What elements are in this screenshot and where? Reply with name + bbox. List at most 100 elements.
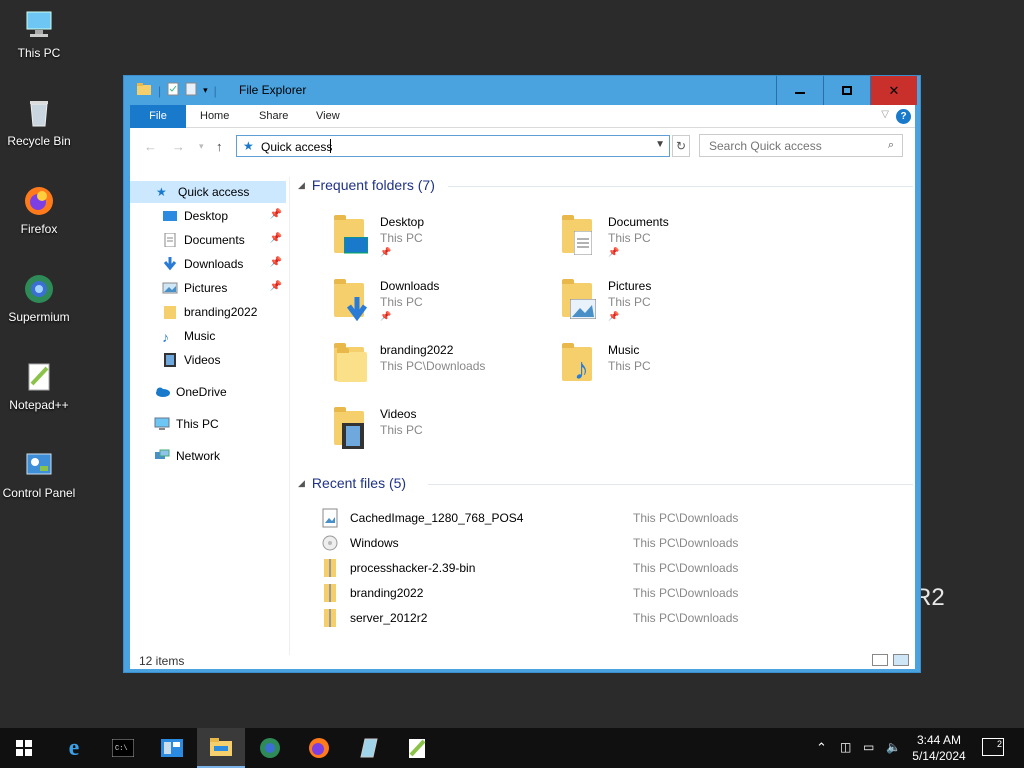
clock[interactable]: 3:44 AM 5/14/2024 [906,732,972,764]
desktop-icon-notepadpp[interactable]: Notepad++ [0,360,78,412]
quick-access-toolbar: | ▾ | [136,82,217,99]
network-icon [154,449,170,463]
recent-locations-chevron-icon[interactable]: ▾ [199,141,204,152]
folder-location: This PC [380,295,423,309]
section-title: Frequent folders (7) [311,177,435,193]
desktop-icon-firefox[interactable]: Firefox [0,184,78,236]
nav-item-downloads[interactable]: Downloads 📌 [130,253,286,275]
notepadpp-icon [22,360,56,394]
folder-tile-videos[interactable]: Videos This PC [324,407,544,463]
nav-item-label: Documents [184,233,245,247]
maximize-button[interactable] [823,76,870,105]
forward-arrow-icon[interactable]: → [172,139,185,154]
folder-tile-branding2022[interactable]: branding2022 This PC\Downloads [324,343,544,399]
network-icon[interactable]: ▭ [863,740,874,754]
nav-item-videos[interactable]: Videos [130,349,286,371]
expand-ribbon-icon[interactable]: ▽ [881,109,889,120]
nav-item-documents[interactable]: Documents 📌 [130,229,286,251]
back-arrow-icon[interactable]: ← [144,139,157,154]
desktop-icon-this-pc[interactable]: This PC [0,8,78,60]
nav-item-onedrive[interactable]: OneDrive [130,381,286,403]
recent-file-row[interactable]: processhacker-2.39-bin This PC\Downloads [322,557,902,579]
up-arrow-icon[interactable]: ↑ [216,139,223,154]
nav-item-quick-access[interactable]: ★ Quick access [130,181,286,203]
recent-file-row[interactable]: Windows This PC\Downloads [322,532,902,554]
desktop-icon-control-panel[interactable]: Control Panel [0,448,78,500]
address-bar[interactable]: ★ Quick access ▼ [236,135,670,157]
tab-home[interactable]: Home [186,105,243,128]
taskbar-pad[interactable] [344,728,392,768]
show-hidden-icons-chevron-icon[interactable]: ⌃ [816,740,827,756]
volume-muted-icon[interactable]: 🔈 [886,740,901,754]
desktop-folder-icon [334,215,368,261]
section-divider [428,484,913,485]
folder-tile-downloads[interactable]: Downloads This PC 📌 [324,279,544,335]
downloads-icon [162,257,178,271]
nav-item-branding2022[interactable]: branding2022 [130,301,286,323]
customize-toolbar-icon[interactable]: ▾ [203,85,208,96]
help-icon[interactable]: ? [896,109,911,124]
taskbar-cmd[interactable]: C:\ [99,728,147,768]
file-name: processhacker-2.39-bin [350,561,476,575]
taskbar-file-explorer[interactable] [197,728,245,768]
tab-view[interactable]: View [302,105,354,128]
search-input[interactable] [700,135,870,156]
taskbar-internet-explorer[interactable]: e [50,728,98,768]
firefox-icon [22,184,56,218]
documents-icon [162,232,178,248]
taskbar-server-manager[interactable] [148,728,196,768]
nav-item-network[interactable]: Network [130,445,286,467]
nav-item-pictures[interactable]: Pictures 📌 [130,277,286,299]
tab-share[interactable]: Share [245,105,302,128]
recent-file-row[interactable]: server_2012r2 This PC\Downloads [322,607,902,629]
item-count: 12 items [139,654,185,668]
minimize-button[interactable] [776,76,823,105]
nav-item-desktop[interactable]: Desktop 📌 [130,205,286,227]
desktop-icon-recycle-bin[interactable]: Recycle Bin [0,96,78,148]
folder-location: This PC [608,359,651,373]
details-view-icon[interactable] [872,654,888,666]
address-dropdown-icon[interactable]: ▼ [655,139,665,150]
title-bar[interactable]: | ▾ | File Explorer ✕ [124,76,920,105]
folder-tile-music[interactable]: ♪ Music This PC [552,343,772,399]
large-icons-view-icon[interactable] [893,654,909,666]
music-icon: ♪ [162,329,169,345]
separator: | [158,83,162,98]
recent-file-row[interactable]: branding2022 This PC\Downloads [322,582,902,604]
search-box[interactable]: ⌕ [699,134,903,157]
recent-file-row[interactable]: CachedImage_1280_768_POS4 This PC\Downlo… [322,507,902,529]
folder-location: This PC [608,295,651,309]
desktop-icon [162,209,178,223]
close-button[interactable]: ✕ [870,76,917,105]
separator: | [213,83,217,98]
new-folder-icon[interactable] [185,82,197,99]
taskbar-notepadpp[interactable] [393,728,441,768]
folder-tile-pictures[interactable]: Pictures This PC 📌 [552,279,772,335]
recent-files-header[interactable]: ◢ Recent files (5) [298,475,913,491]
videos-icon [162,353,178,367]
frequent-folders-header[interactable]: ◢ Frequent folders (7) [298,177,913,193]
pin-icon: 📌 [608,247,620,257]
action-center-notification-icon[interactable]: 2 [982,738,1004,756]
nav-item-label: OneDrive [176,385,227,399]
folder-icon [334,343,367,389]
start-button[interactable] [0,728,48,768]
tab-file[interactable]: File [130,105,186,128]
folder-tile-desktop[interactable]: Desktop This PC 📌 [324,215,544,271]
refresh-button[interactable]: ↻ [672,135,690,157]
search-icon: ⌕ [887,139,894,151]
pin-icon: 📌 [380,247,392,257]
file-name: Windows [350,536,399,550]
properties-icon[interactable] [167,82,179,99]
nav-item-label: Quick access [178,185,250,199]
taskbar-supermium[interactable] [246,728,294,768]
navigation-pane: ★ Quick access Desktop 📌 Documents 📌 Dow… [130,177,290,655]
nav-item-music[interactable]: ♪ Music [130,325,286,347]
desktop-icon-label: Control Panel [2,486,76,500]
computer-icon [154,417,170,431]
nav-item-this-pc[interactable]: This PC [130,413,286,435]
taskbar-firefox[interactable] [295,728,343,768]
desktop-icon-supermium[interactable]: Supermium [0,272,78,324]
tray-app-icon[interactable]: ◫ [840,740,851,754]
folder-tile-documents[interactable]: Documents This PC 📌 [552,215,772,271]
